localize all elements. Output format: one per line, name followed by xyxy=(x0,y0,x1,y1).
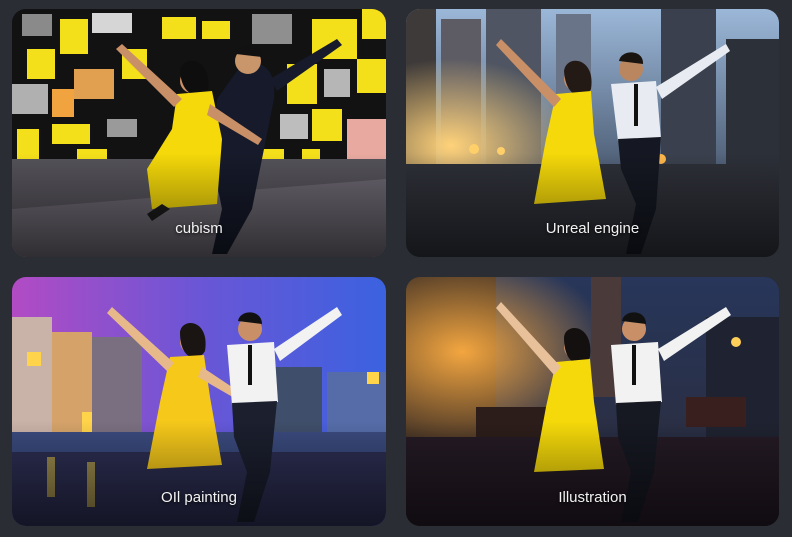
style-label: Unreal engine xyxy=(545,220,640,237)
style-label: OIl painting xyxy=(161,489,237,506)
label-shade xyxy=(12,421,386,526)
style-card-illustration[interactable]: Illustration xyxy=(406,277,779,526)
style-card-cubism[interactable]: cubism xyxy=(12,9,386,257)
label-shade xyxy=(406,421,779,526)
style-grid: cubism Unreal engine OIl painting Illust… xyxy=(0,0,792,537)
style-label: cubism xyxy=(175,220,223,237)
style-label: Illustration xyxy=(558,489,627,506)
style-card-unreal-engine[interactable]: Unreal engine xyxy=(406,9,779,257)
style-card-oil-painting[interactable]: OIl painting xyxy=(12,277,386,526)
label-shade xyxy=(406,152,779,257)
label-shade xyxy=(12,152,386,257)
